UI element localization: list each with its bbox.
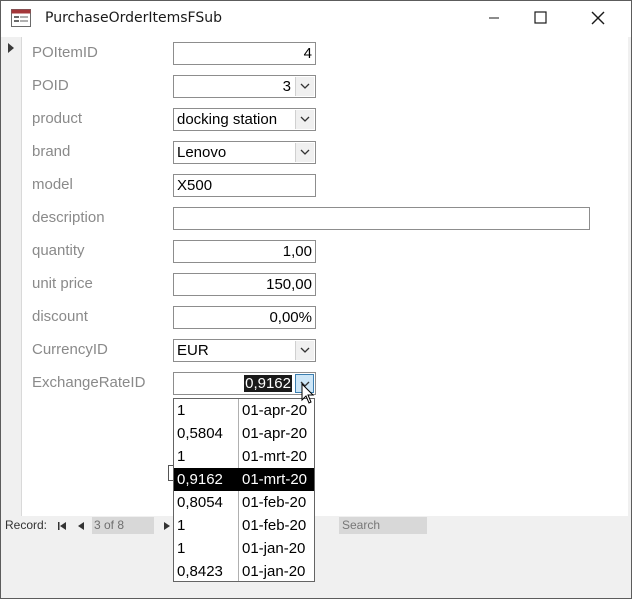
maximize-icon xyxy=(534,11,547,24)
rate-cell: 0,8423 xyxy=(177,563,223,580)
next-record-button[interactable] xyxy=(161,519,173,533)
label-poitemid: POItemID xyxy=(32,44,98,61)
chevron-down-icon xyxy=(300,116,310,122)
product-dropdown-button[interactable] xyxy=(295,110,314,129)
dropdown-row-selected[interactable]: 0,9162 01-mrt-20 xyxy=(174,468,314,491)
exchangerateid-value: 0,9162 xyxy=(244,375,292,392)
label-currencyid: CurrencyID xyxy=(32,341,108,358)
maximize-button[interactable] xyxy=(517,1,563,35)
rate-cell: 0,5804 xyxy=(177,425,223,442)
currencyid-dropdown-button[interactable] xyxy=(295,341,314,360)
chevron-down-icon xyxy=(300,149,310,155)
close-icon xyxy=(591,11,605,25)
record-label: Record: xyxy=(5,518,48,532)
label-product: product xyxy=(32,110,83,127)
rate-cell: 0,9162 xyxy=(177,471,223,488)
date-cell: 01-jan-20 xyxy=(242,540,306,557)
current-record-field[interactable]: 3 of 8 xyxy=(92,517,154,534)
date-cell: 01-jan-20 xyxy=(242,563,306,580)
currencyid-combo[interactable]: EUR xyxy=(173,339,316,362)
label-poid: POID xyxy=(32,77,69,94)
exchangerateid-combo[interactable]: 0,9162 xyxy=(173,372,316,395)
first-record-icon xyxy=(58,522,66,530)
label-description: description xyxy=(32,209,105,226)
label-quantity: quantity xyxy=(32,242,85,259)
model-field[interactable]: X500 xyxy=(173,174,316,197)
rate-cell: 1 xyxy=(177,540,186,557)
currencyid-value: EUR xyxy=(177,342,209,359)
brand-combo[interactable]: Lenovo xyxy=(173,141,316,164)
record-navigation-bar: Record: 3 of 8 Search xyxy=(1,516,631,536)
product-combo[interactable]: docking station xyxy=(173,108,316,131)
dropdown-row[interactable]: 1 01-jan-20 xyxy=(174,537,314,560)
exchangerate-dropdown-list[interactable]: 1 01-apr-20 0,5804 01-apr-20 1 01-mrt-20… xyxy=(173,398,315,582)
discount-field[interactable]: 0,00% xyxy=(173,306,316,329)
current-record-arrow-icon xyxy=(8,43,14,53)
minimize-button[interactable] xyxy=(471,1,517,35)
poitemid-field[interactable]: 4 xyxy=(173,42,316,65)
brand-dropdown-button[interactable] xyxy=(295,143,314,162)
window-title: PurchaseOrderItemsFSub xyxy=(45,10,222,26)
description-field[interactable] xyxy=(173,207,590,230)
dropdown-row[interactable]: 0,8423 01-jan-20 xyxy=(174,560,314,581)
date-cell: 01-apr-20 xyxy=(242,402,308,419)
next-record-icon xyxy=(164,522,170,530)
dropdown-row[interactable]: 0,5804 01-apr-20 xyxy=(174,422,314,445)
label-unit-price: unit price xyxy=(32,275,93,292)
search-input[interactable]: Search xyxy=(339,517,427,534)
label-brand: brand xyxy=(32,143,71,160)
rate-cell: 1 xyxy=(177,517,186,534)
form-window: PurchaseOrderItemsFSub POItemID 4 POID 3… xyxy=(0,0,632,599)
rate-cell: 1 xyxy=(177,402,186,419)
minimize-icon xyxy=(489,17,499,19)
mouse-pointer-icon xyxy=(301,382,315,405)
previous-record-icon xyxy=(78,522,84,530)
date-cell: 01-mrt-20 xyxy=(242,471,308,488)
date-cell: 01-feb-20 xyxy=(242,517,307,534)
poid-value: 3 xyxy=(282,78,291,95)
label-model: model xyxy=(32,176,73,193)
close-button[interactable] xyxy=(575,1,621,35)
dropdown-row[interactable]: 1 01-mrt-20 xyxy=(174,445,314,468)
record-selector[interactable] xyxy=(1,37,22,516)
label-exchangerateid: ExchangeRateID xyxy=(32,374,146,391)
rate-cell: 0,8054 xyxy=(177,494,223,511)
dropdown-row[interactable]: 0,8054 01-feb-20 xyxy=(174,491,314,514)
dropdown-row[interactable]: 1 01-feb-20 xyxy=(174,514,314,537)
date-cell: 01-mrt-20 xyxy=(242,448,308,465)
poid-dropdown-button[interactable] xyxy=(295,77,314,96)
date-cell: 01-apr-20 xyxy=(242,425,308,442)
form-detail: POItemID 4 POID 3 product docking statio… xyxy=(22,37,628,516)
brand-value: Lenovo xyxy=(177,144,227,161)
label-discount: discount xyxy=(32,308,88,325)
product-value: docking station xyxy=(177,111,278,128)
chevron-down-icon xyxy=(300,83,310,89)
title-bar: PurchaseOrderItemsFSub xyxy=(1,1,631,37)
date-cell: 01-feb-20 xyxy=(242,494,307,511)
unit-price-field[interactable]: 150,00 xyxy=(173,273,316,296)
form-app-icon xyxy=(11,9,31,27)
chevron-down-icon xyxy=(300,347,310,353)
quantity-field[interactable]: 1,00 xyxy=(173,240,316,263)
rate-cell: 1 xyxy=(177,448,186,465)
first-record-button[interactable] xyxy=(56,519,68,533)
poid-combo[interactable]: 3 xyxy=(173,75,316,98)
dropdown-row[interactable]: 1 01-apr-20 xyxy=(174,399,314,422)
previous-record-button[interactable] xyxy=(75,519,87,533)
